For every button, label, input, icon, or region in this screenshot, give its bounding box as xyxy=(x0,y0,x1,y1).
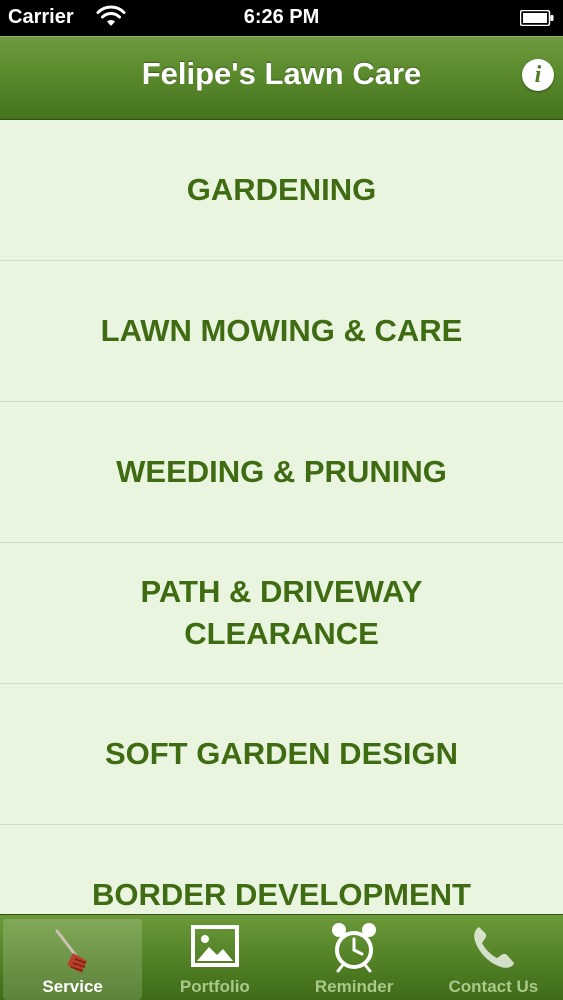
service-item-weeding-pruning[interactable]: WEEDING & PRUNING xyxy=(0,402,563,543)
service-item-label: SOFT GARDEN DESIGN xyxy=(104,736,459,771)
service-item-gardening[interactable]: GARDENING xyxy=(0,120,563,261)
service-item-border-development[interactable]: BORDER DEVELOPMENT xyxy=(0,825,563,914)
status-time: 6:26 PM xyxy=(243,6,320,28)
service-item-label: PATH & DRIVEWAY CLEARANCE xyxy=(140,574,423,651)
alarm-clock-icon xyxy=(332,923,377,973)
phone-icon xyxy=(474,927,515,968)
navigation-bar: Felipe's Lawn Care i xyxy=(0,36,563,120)
service-item-label: WEEDING & PRUNING xyxy=(116,454,447,489)
info-button[interactable]: i xyxy=(522,59,554,91)
tab-label: Service xyxy=(42,977,103,996)
service-list: GARDENING LAWN MOWING & CARE WEEDING & P… xyxy=(0,120,563,914)
service-item-label: BORDER DEVELOPMENT xyxy=(92,877,471,912)
picture-icon xyxy=(190,925,239,967)
page-title: Felipe's Lawn Care xyxy=(141,56,422,91)
tab-label: Portfolio xyxy=(179,977,250,996)
tab-bar: Service Portfolio Reminder Contact Us xyxy=(0,914,563,1000)
service-item-label: GARDENING xyxy=(186,172,377,207)
service-item-path-driveway[interactable]: PATH & DRIVEWAY CLEARANCE xyxy=(0,543,563,684)
tab-service[interactable]: Service xyxy=(3,919,143,1000)
service-item-lawn-mowing[interactable]: LAWN MOWING & CARE xyxy=(0,261,563,402)
battery-icon xyxy=(520,10,554,26)
rake-icon xyxy=(55,929,87,973)
service-item-soft-garden-design[interactable]: SOFT GARDEN DESIGN xyxy=(0,684,563,825)
tab-label: Contact Us xyxy=(448,977,539,996)
status-bar: Carrier 6:26 PM xyxy=(0,0,563,36)
tab-reminder[interactable]: Reminder xyxy=(285,915,424,1000)
tab-label: Reminder xyxy=(314,977,394,996)
service-item-label: LAWN MOWING & CARE xyxy=(100,313,463,348)
tab-portfolio[interactable]: Portfolio xyxy=(145,915,284,1000)
tab-contact-us[interactable]: Contact Us xyxy=(424,915,563,1000)
